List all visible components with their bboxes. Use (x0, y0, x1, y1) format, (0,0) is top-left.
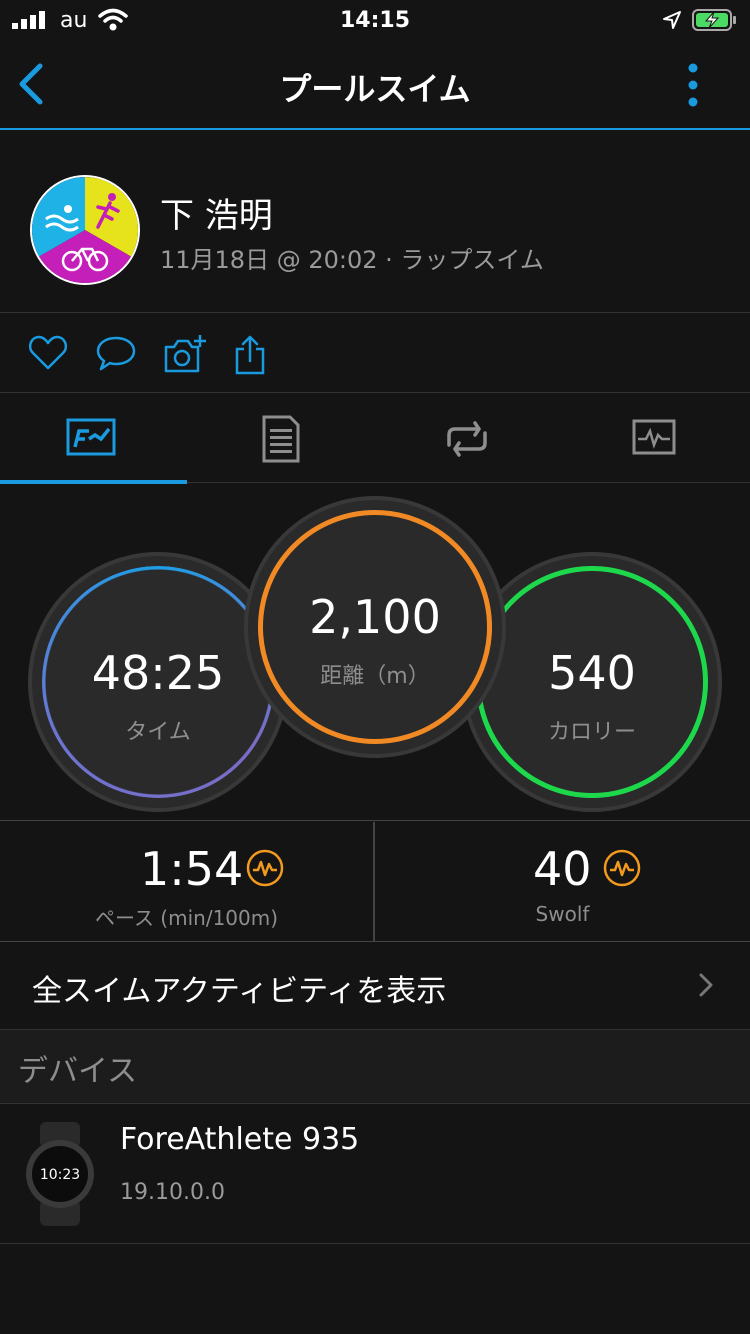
tab-bar (0, 393, 750, 484)
battery-charging-icon (692, 9, 736, 31)
share-icon[interactable] (234, 335, 266, 375)
pace-label: ペース (min/100m) (94, 906, 279, 930)
tab-charts[interactable] (561, 393, 748, 483)
swolf-value: 40 (533, 842, 592, 896)
heart-icon[interactable] (28, 335, 68, 371)
devices-section-header: デバイス (0, 1030, 750, 1104)
tab-stats[interactable] (187, 393, 374, 483)
laps-repeat-icon (447, 421, 487, 457)
view-all-swim-activities-label: 全スイムアクティビティを表示 (32, 974, 447, 1009)
avatar[interactable] (30, 175, 140, 285)
pace-stat[interactable]: 1:54 ペース (min/100m) (0, 822, 373, 942)
chart-monitor-icon (632, 419, 676, 455)
nav-bar: プールスイム (0, 44, 750, 130)
calories-value: 540 (548, 646, 636, 700)
activity-meta: 11月18日 @ 20:02 · ラップスイム (160, 246, 544, 274)
tab-laps[interactable] (374, 393, 561, 483)
add-photo-icon[interactable] (162, 335, 206, 375)
distance-value: 2,100 (309, 590, 441, 644)
document-icon (262, 415, 300, 463)
swolf-chart-icon[interactable] (603, 849, 641, 887)
device-name: ForeAthlete 935 (120, 1122, 360, 1157)
more-vertical-icon[interactable] (676, 60, 710, 110)
device-row[interactable]: 10:23 ForeAthlete 935 19.10.0.0 (0, 1104, 750, 1244)
chevron-right-icon (699, 973, 713, 997)
distance-label: 距離（m） (320, 664, 430, 689)
status-time: 14:15 (339, 8, 411, 33)
distance-circle: 2,100 距離（m） (248, 500, 502, 754)
triathlon-avatar-icon (32, 177, 138, 283)
device-version: 19.10.0.0 (120, 1180, 225, 1205)
view-all-swim-activities-row[interactable]: 全スイムアクティビティを表示 (0, 942, 750, 1030)
activity-header: 下 浩明 11月18日 @ 20:02 · ラップスイム (0, 130, 750, 313)
pace-chart-icon[interactable] (246, 849, 284, 887)
pace-value: 1:54 (140, 842, 244, 896)
page-title: プールスイム (279, 70, 471, 108)
calories-label: カロリー (547, 720, 636, 745)
swolf-stat[interactable]: 40 Swolf (375, 822, 750, 942)
summary-chart-icon (66, 418, 116, 456)
calories-circle: 540 カロリー (466, 556, 718, 808)
tab-overview[interactable] (0, 393, 187, 484)
section-title: デバイス (18, 1054, 138, 1089)
time-label: タイム (125, 720, 191, 745)
time-circle: 48:25 タイム (32, 556, 284, 808)
watch-image: 10:23 (26, 1122, 94, 1226)
summary-circles: 48:25 タイム 540 カロリー 2,100 距離（m） (0, 483, 750, 821)
time-value: 48:25 (91, 646, 225, 700)
action-row (0, 313, 750, 393)
comment-icon[interactable] (95, 335, 137, 373)
location-arrow-icon (663, 11, 681, 29)
stats-row: 1:54 ペース (min/100m) 40 Swolf (0, 822, 750, 942)
user-name: 下 浩明 (160, 196, 273, 236)
watch-face-time: 10:23 (40, 1167, 80, 1183)
swolf-label: Swolf (535, 902, 590, 926)
status-bar: au 14:15 (0, 0, 750, 44)
